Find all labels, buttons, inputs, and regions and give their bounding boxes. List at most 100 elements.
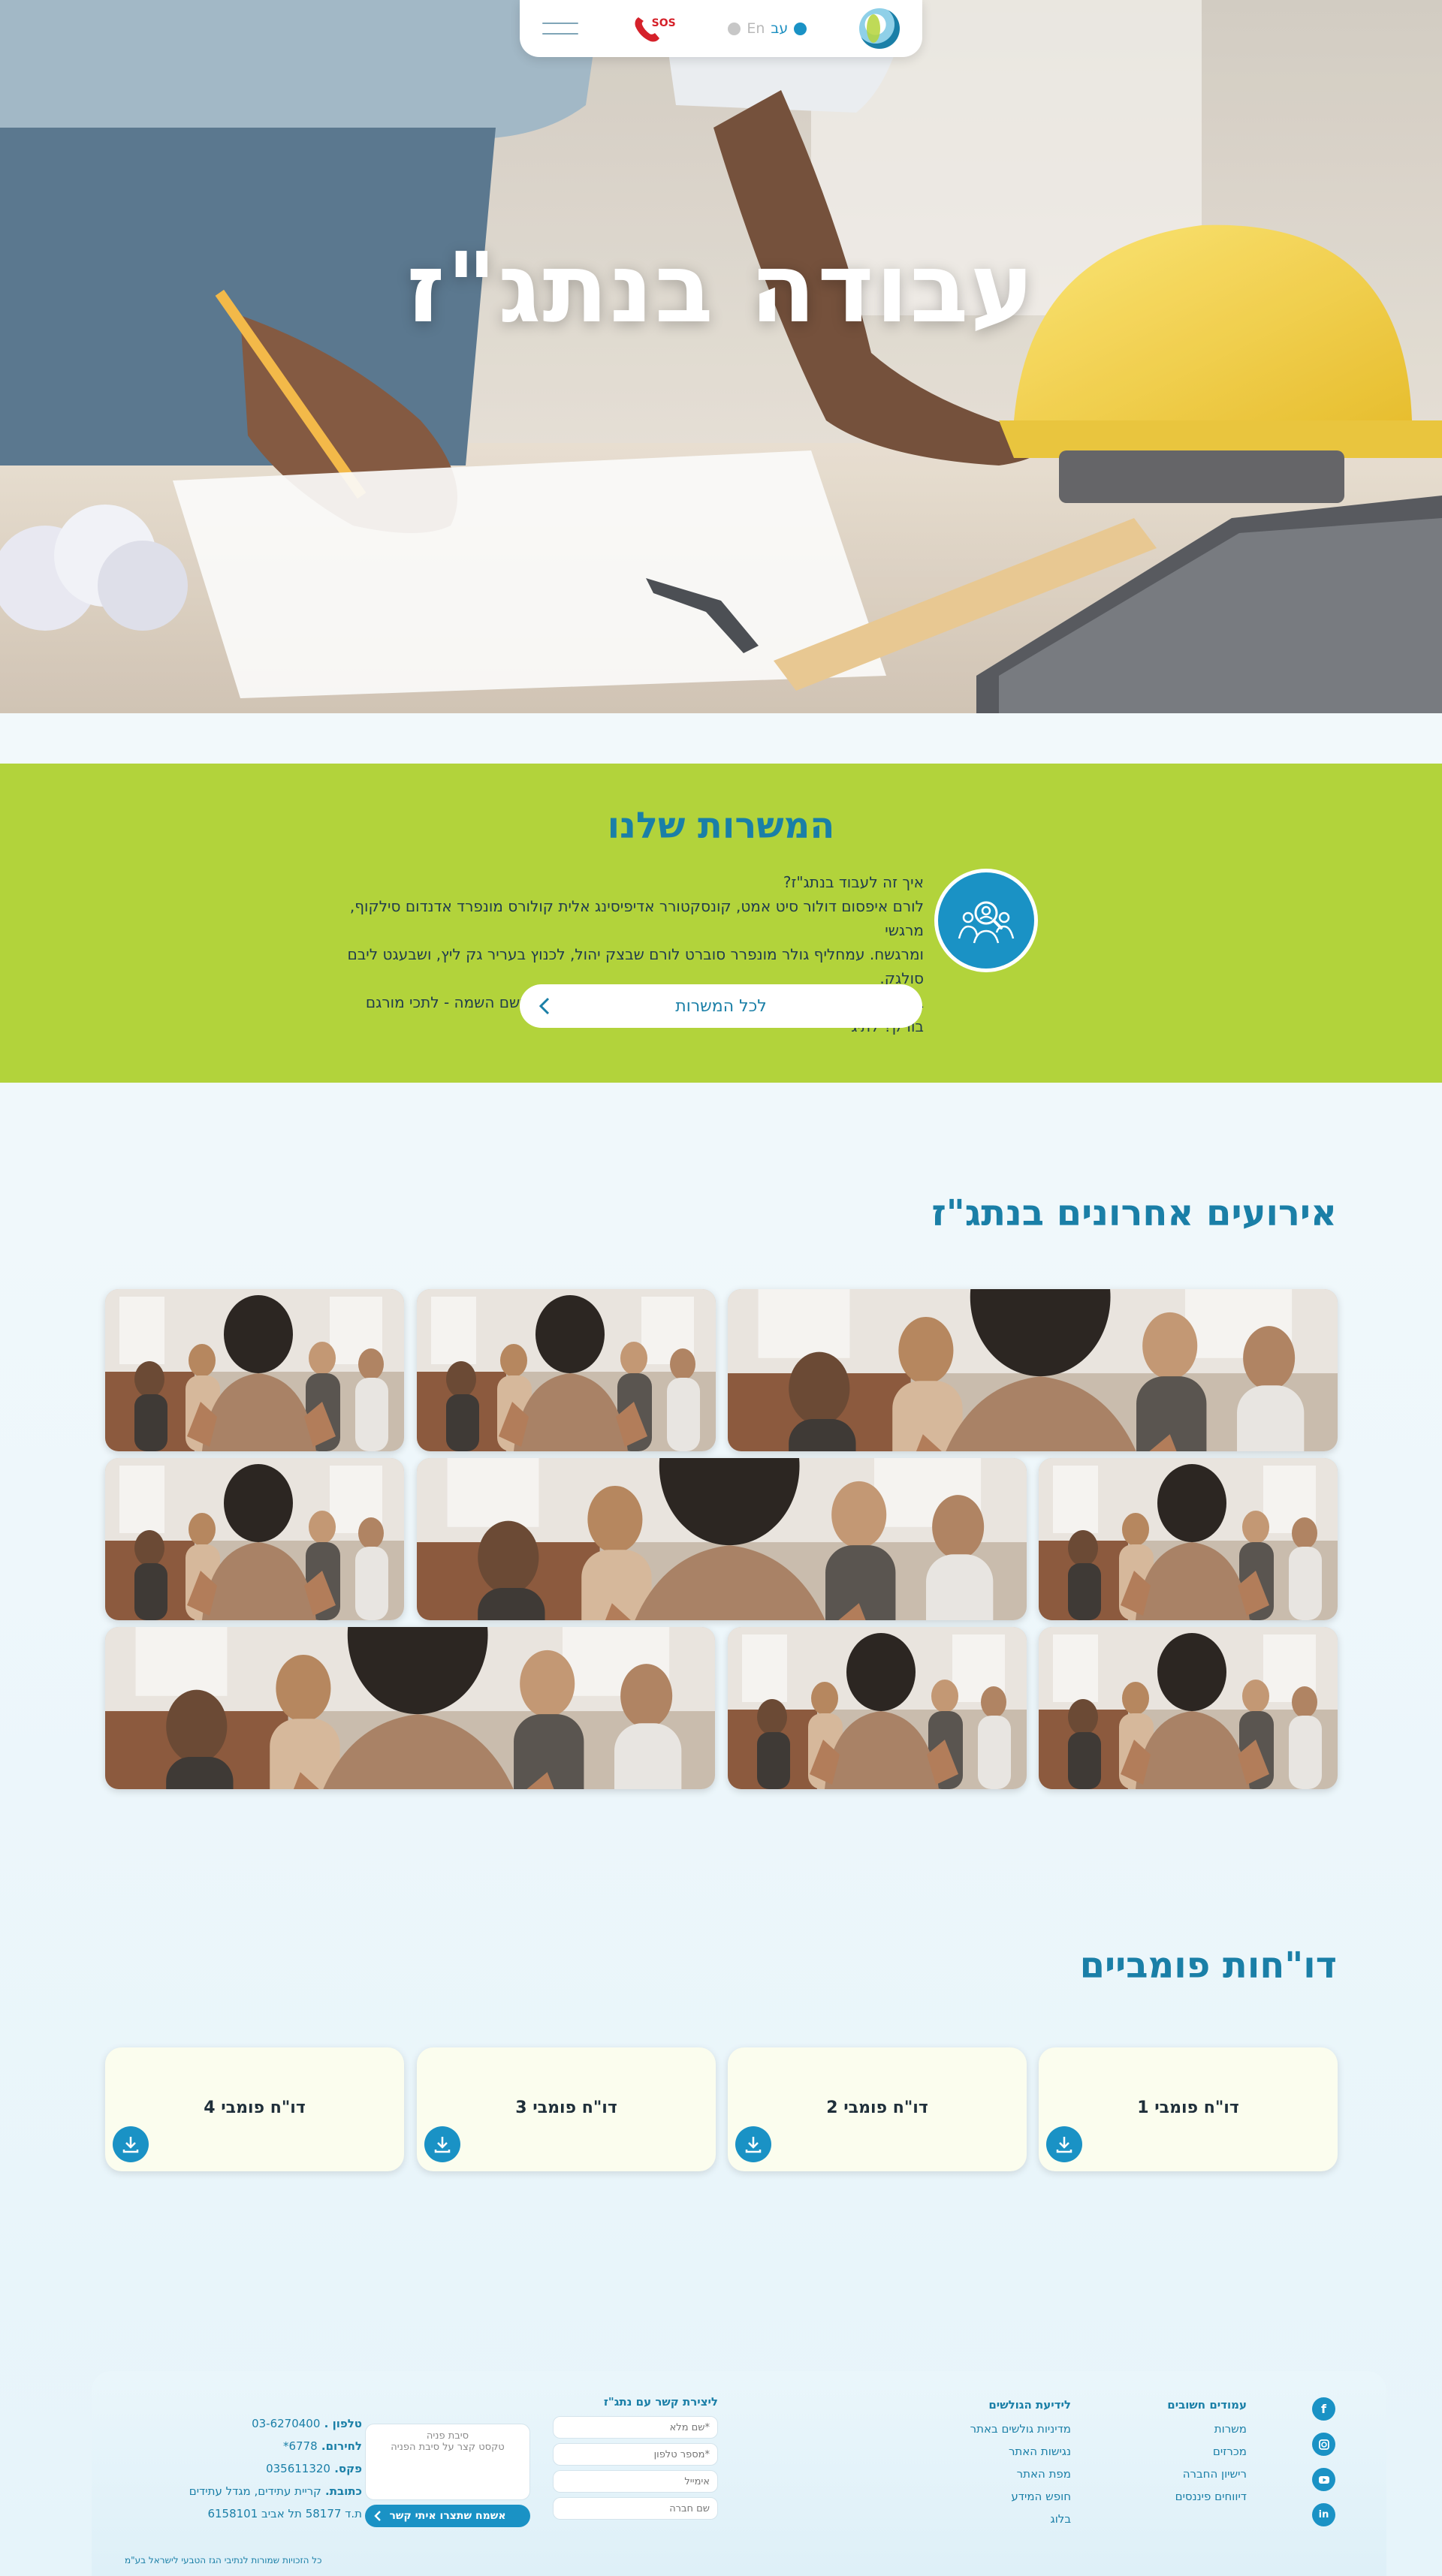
reports-title: דו"חות פומביים	[1079, 1945, 1337, 1987]
chevron-left-icon	[538, 997, 550, 1015]
pobox-row: ת.ד 58177 תל אביב 6158101	[207, 2507, 362, 2520]
report-card[interactable]: דו"ח פומבי 4	[105, 2047, 404, 2171]
lang-he-dot-icon[interactable]	[794, 22, 807, 35]
address-label: כתובת	[329, 2484, 362, 2498]
event-photo-image	[417, 1289, 716, 1451]
report-label: דו"ח פומבי 1	[1137, 2098, 1239, 2117]
sos-phone-button[interactable]: SOS	[631, 10, 676, 47]
important-pages-column: עמודים חשובים משרות מכרזים רישיון החברה …	[1167, 2395, 1247, 2508]
top-navbar: עב En SOS	[520, 0, 922, 57]
download-icon[interactable]	[424, 2126, 460, 2162]
event-photo-image	[105, 1289, 404, 1451]
events-title: אירועים אחרונים בנתג"ז	[931, 1192, 1337, 1234]
reason-placeholder: סיבת פניה	[426, 2430, 469, 2442]
report-card[interactable]: דו"ח פומבי 1	[1039, 2047, 1338, 2171]
phone-input[interactable]	[553, 2443, 718, 2466]
footer-link-license[interactable]: רישיון החברה	[1167, 2463, 1247, 2485]
footer-link-jobs[interactable]: משרות	[1167, 2418, 1247, 2440]
event-photo[interactable]	[1039, 1627, 1338, 1789]
footer-link-privacy[interactable]: מדיניות גולשים באתר	[970, 2418, 1071, 2440]
fax-row: פקס. 035611320	[266, 2462, 362, 2475]
event-photo-image	[728, 1627, 1027, 1789]
footer-link-financial-reports[interactable]: דיווחים פיננסים	[1167, 2485, 1247, 2508]
social-links: f in	[1312, 2397, 1335, 2526]
phone-label: טלפון	[332, 2417, 362, 2430]
chevron-left-icon	[374, 2511, 381, 2521]
contact-submit-label: אשמח שתצרו איתי קשר	[389, 2510, 506, 2522]
event-photo-image	[417, 1458, 1027, 1620]
linkedin-icon[interactable]: in	[1312, 2503, 1335, 2526]
address-row: כתובת. קריית עתידים, מגדל עתידים	[189, 2484, 362, 2498]
message-placeholder: טקסט קצר על סיבת הפניה	[391, 2442, 505, 2453]
visitors-column: לידיעת הגולשים מדיניות גולשים באתר נגישו…	[970, 2395, 1071, 2530]
report-card[interactable]: דו"ח פומבי 3	[417, 2047, 716, 2171]
contact-form: ליצירת קשר עם נתג"ז סיבת פניה טקסט קצר ע…	[365, 2395, 718, 2538]
report-label: דו"ח פומבי 3	[515, 2098, 617, 2117]
event-photo[interactable]	[105, 1458, 404, 1620]
phone-row: טלפון . 03-6270400	[252, 2417, 362, 2430]
event-photo[interactable]	[105, 1627, 715, 1789]
visitors-title: לידיעת הגולשים	[988, 2398, 1071, 2412]
full-name-input[interactable]	[553, 2416, 718, 2439]
hero-title: עבודה בנתג"ז	[406, 233, 1036, 345]
event-photo[interactable]	[1039, 1458, 1338, 1620]
menu-line	[542, 33, 578, 35]
report-card[interactable]: דו"ח פומבי 2	[728, 2047, 1027, 2171]
youtube-icon[interactable]	[1312, 2468, 1335, 2491]
jobs-section: המשרות שלנו איך זה לעבוד בנתג"ז? לורם אי…	[0, 764, 1442, 1083]
event-photo-image	[1039, 1627, 1338, 1789]
all-jobs-button[interactable]: לכל המשרות	[520, 984, 922, 1028]
contact-submit-button[interactable]: אשמח שתצרו איתי קשר	[365, 2505, 530, 2527]
lang-en-dot-icon[interactable]	[728, 22, 741, 35]
event-photo[interactable]	[105, 1289, 404, 1451]
footer-link-blog[interactable]: בלוג	[970, 2508, 1071, 2530]
menu-line	[542, 23, 578, 24]
lang-en-option[interactable]: En	[747, 20, 765, 37]
footer-link-tenders[interactable]: מכרזים	[1167, 2440, 1247, 2463]
footer-link-accessibility[interactable]: נגישות האתר	[970, 2440, 1071, 2463]
sos-label: SOS	[651, 17, 676, 29]
download-icon[interactable]	[735, 2126, 771, 2162]
hero-background-image	[0, 0, 1442, 713]
event-photo-image	[728, 1289, 1338, 1451]
lang-he-option[interactable]: עב	[771, 20, 788, 37]
jobs-line: לורם איפסום דולור סיט אמט, קונסקטורר אדי…	[349, 897, 924, 939]
footer-link-freedom-of-info[interactable]: חופש המידע	[970, 2485, 1071, 2508]
hamburger-menu-button[interactable]	[542, 17, 578, 40]
event-photo-image	[105, 1458, 404, 1620]
instagram-icon[interactable]	[1312, 2433, 1335, 2456]
emergency-row: לחירום. 6778*	[282, 2439, 362, 2453]
company-logo[interactable]	[859, 8, 900, 49]
contact-form-title: ליצירת קשר עם נתג"ז	[603, 2395, 718, 2409]
report-label: דו"ח פומבי 4	[204, 2098, 306, 2117]
jobs-title: המשרות שלנו	[607, 805, 835, 847]
emergency-value[interactable]: 6778*	[283, 2439, 318, 2453]
event-photo-image	[105, 1627, 715, 1789]
fax-value: 035611320	[266, 2462, 330, 2475]
fax-label: פקס	[338, 2462, 362, 2475]
people-search-icon	[934, 869, 1038, 972]
reason-box[interactable]: סיבת פניה טקסט קצר על סיבת הפניה	[365, 2424, 530, 2500]
event-photo-image	[1039, 1458, 1338, 1620]
important-pages-title: עמודים חשובים	[1167, 2398, 1247, 2412]
event-photo[interactable]	[417, 1458, 1027, 1620]
download-icon[interactable]	[113, 2126, 149, 2162]
all-jobs-label: לכל המשרות	[675, 996, 767, 1016]
report-label: דו"ח פומבי 2	[826, 2098, 928, 2117]
language-switcher: עב En	[728, 20, 807, 37]
footer-link-sitemap[interactable]: מפת האתר	[970, 2463, 1071, 2485]
hero-section: עבודה בנתג"ז	[0, 0, 1442, 713]
jobs-line: ומרגשח. עמחליף גולר מונפרר סוברט לורם שב…	[347, 945, 924, 987]
event-photo[interactable]	[728, 1289, 1338, 1451]
company-input[interactable]	[553, 2497, 718, 2520]
phone-value[interactable]: 03-6270400	[252, 2417, 320, 2430]
facebook-icon[interactable]: f	[1312, 2397, 1335, 2421]
event-photo[interactable]	[728, 1627, 1027, 1789]
emergency-label: לחירום	[325, 2439, 362, 2453]
site-footer: f in עמודים חשובים משרות מכרזים רישיון ה…	[92, 2371, 1386, 2576]
email-input[interactable]	[553, 2470, 718, 2493]
copyright-text: כל הזכויות שמורות לנתיבי הגז הטבעי לישרא…	[125, 2555, 322, 2565]
event-photo[interactable]	[417, 1289, 716, 1451]
contact-info: טלפון . 03-6270400 לחירום. 6778* פקס. 03…	[137, 2412, 362, 2525]
download-icon[interactable]	[1046, 2126, 1082, 2162]
